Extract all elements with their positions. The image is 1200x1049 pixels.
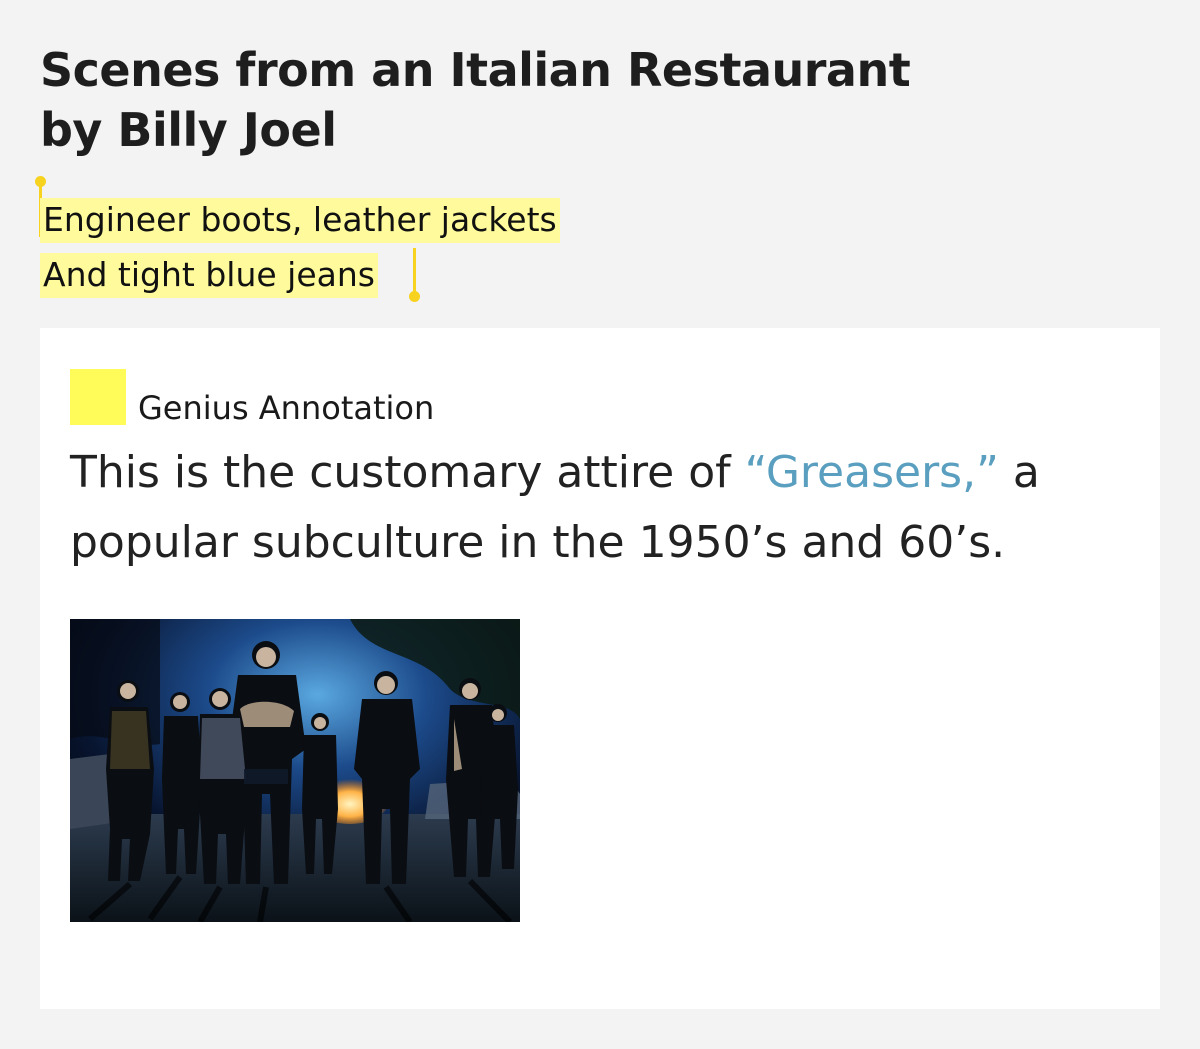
lyric-line-1: Engineer boots, leather jackets: [40, 192, 560, 247]
highlighted-lyric[interactable]: Engineer boots, leather jackets And tigh…: [40, 192, 560, 302]
annotation-header: Genius Annotation: [70, 358, 434, 436]
lyric-line-1-text: Engineer boots, leather jackets: [40, 198, 560, 243]
song-title: Scenes from an Italian Restaurant by Bil…: [40, 40, 911, 160]
song-title-line-2: by Billy Joel: [40, 103, 337, 157]
lyric-line-2-text: And tight blue jeans: [40, 253, 378, 298]
annotation-label: Genius Annotation: [138, 389, 435, 427]
annotation-body: This is the customary attire of “Greaser…: [70, 438, 1130, 578]
lyric-line-2: And tight blue jeans: [40, 247, 560, 302]
annotation-card: Genius Annotation This is the customary …: [40, 328, 1160, 1009]
greasers-link[interactable]: “Greasers,”: [745, 447, 999, 498]
genius-square-icon: [70, 369, 126, 425]
group-photo-image: [70, 619, 520, 922]
annotation-text-start: This is the customary attire of: [70, 447, 745, 498]
song-title-line-1: Scenes from an Italian Restaurant: [40, 43, 911, 97]
